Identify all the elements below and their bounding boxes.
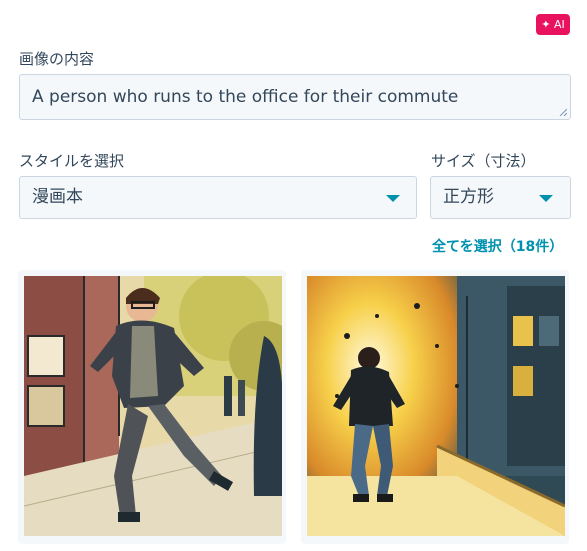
style-select-value: 漫画本 xyxy=(32,187,83,207)
size-select[interactable]: 正方形 xyxy=(430,176,571,219)
prompt-textarea[interactable]: A person who runs to the office for thei… xyxy=(19,74,571,120)
chevron-down-icon xyxy=(386,195,400,202)
style-label: スタイルを選択 xyxy=(19,152,125,170)
size-select-value: 正方形 xyxy=(443,187,494,207)
chevron-down-icon xyxy=(539,195,553,202)
ai-badge[interactable]: ✦ AI xyxy=(536,14,570,35)
image-card[interactable] xyxy=(18,270,286,544)
select-all-link[interactable]: 全てを選択（18件） xyxy=(432,236,563,256)
image-card[interactable] xyxy=(301,270,569,544)
resize-grip-icon[interactable] xyxy=(559,108,567,116)
prompt-text: A person who runs to the office for thei… xyxy=(32,87,459,107)
size-label: サイズ（寸法） xyxy=(431,152,536,170)
comic-image-man-running-explosion xyxy=(307,276,565,536)
style-select[interactable]: 漫画本 xyxy=(19,176,417,219)
comic-image-man-running-street xyxy=(24,276,282,536)
prompt-label: 画像の内容 xyxy=(19,50,95,68)
